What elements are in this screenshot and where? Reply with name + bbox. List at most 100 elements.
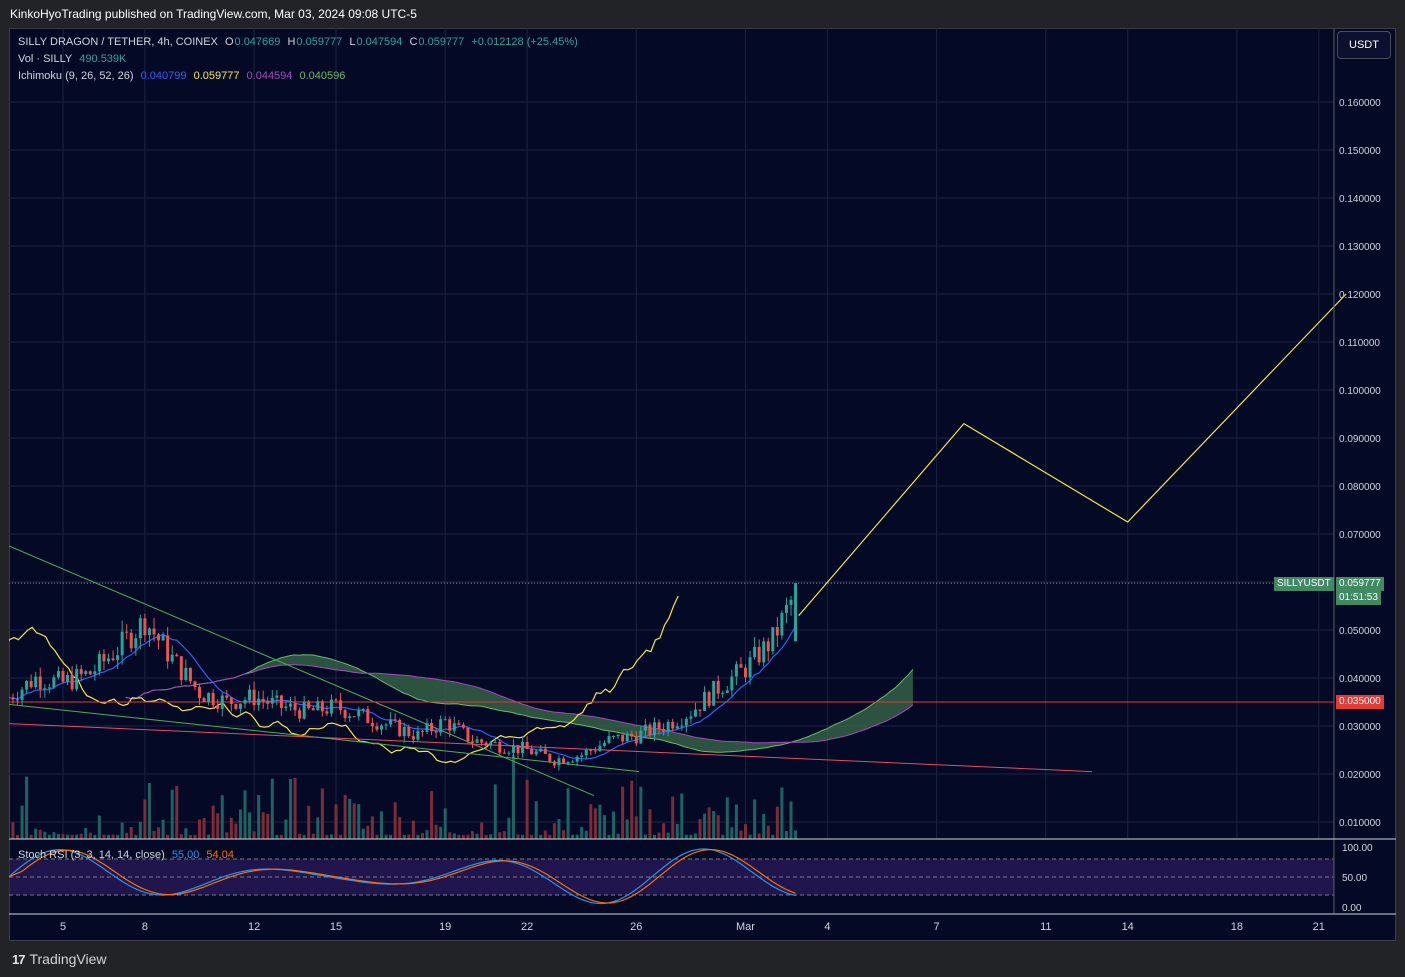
candle-body bbox=[138, 618, 142, 639]
candle-body bbox=[52, 677, 56, 688]
candle-body bbox=[252, 689, 256, 706]
volume-bar bbox=[439, 826, 443, 839]
volume-bar bbox=[393, 802, 397, 839]
volume-bar bbox=[430, 791, 434, 839]
volume-bar bbox=[38, 829, 42, 839]
stoch-k-value: 55.00 bbox=[171, 849, 200, 861]
candle-body bbox=[157, 634, 161, 641]
candle-body bbox=[530, 748, 534, 755]
candle-body bbox=[575, 756, 579, 762]
volume-bar bbox=[461, 834, 465, 839]
trend-line-red bbox=[9, 723, 1093, 773]
candle-body bbox=[721, 692, 725, 694]
candle-body bbox=[202, 698, 206, 702]
tradingview-logo[interactable]: 17 TradingView bbox=[12, 951, 107, 967]
candle-body bbox=[93, 671, 97, 675]
candle-body bbox=[402, 727, 406, 737]
volume-bar bbox=[352, 803, 356, 839]
candle-body bbox=[29, 680, 33, 688]
price-tick-label: 0.140000 bbox=[1339, 194, 1381, 205]
candle-body bbox=[693, 709, 697, 717]
price-tick-label: 0.040000 bbox=[1339, 674, 1381, 685]
ichimoku-lagging-value: 0.040596 bbox=[299, 70, 346, 82]
close-label: C bbox=[409, 36, 418, 48]
candle-body bbox=[439, 719, 443, 733]
candle-body bbox=[552, 761, 556, 766]
candle-body bbox=[166, 635, 170, 662]
price-tick-label: 0.130000 bbox=[1339, 242, 1381, 253]
time-tick-label: 14 bbox=[1122, 921, 1134, 933]
candle-body bbox=[370, 723, 374, 727]
candle-body bbox=[448, 719, 452, 731]
stoch-d-value: 54.04 bbox=[206, 849, 234, 861]
candle-body bbox=[229, 697, 233, 705]
volume-bar bbox=[34, 828, 38, 839]
volume-bar bbox=[502, 831, 506, 839]
candle-body bbox=[516, 745, 520, 754]
volume-bar bbox=[703, 813, 707, 839]
volume-bar bbox=[361, 828, 365, 839]
low-label: L bbox=[349, 36, 356, 48]
ichimoku-tenkan-value: 0.040799 bbox=[140, 70, 187, 82]
candle-body bbox=[352, 716, 356, 718]
volume-bar bbox=[448, 832, 452, 839]
volume-bar bbox=[120, 822, 124, 839]
volume-bar bbox=[298, 833, 302, 839]
open-label: O bbox=[224, 36, 234, 48]
candle-body bbox=[56, 671, 60, 678]
volume-bar bbox=[243, 790, 247, 839]
volume-bar bbox=[348, 798, 352, 839]
candle-body bbox=[70, 675, 74, 690]
price-tick-label: 0.160000 bbox=[1339, 98, 1381, 109]
candle-body bbox=[794, 583, 798, 642]
candle-body bbox=[107, 658, 110, 662]
time-tick-label: 22 bbox=[521, 921, 533, 933]
volume-bar bbox=[521, 834, 525, 839]
candle-body bbox=[175, 654, 179, 657]
candle-body bbox=[311, 708, 315, 711]
volume-bar bbox=[88, 832, 92, 839]
candle-body bbox=[170, 654, 174, 662]
volume-bar bbox=[766, 825, 770, 839]
candle-body bbox=[703, 692, 707, 711]
candle-body bbox=[143, 618, 147, 636]
volume-bar bbox=[689, 834, 693, 839]
time-tick-label: 21 bbox=[1313, 921, 1325, 933]
trend-lines bbox=[9, 545, 1334, 797]
candle-body bbox=[357, 710, 361, 717]
volume-bar bbox=[143, 799, 147, 839]
volume-bar bbox=[780, 787, 784, 839]
time-tick-label: 8 bbox=[142, 921, 148, 933]
volume-bar bbox=[398, 817, 402, 839]
volume-bar bbox=[589, 804, 593, 839]
volume-bar bbox=[716, 815, 720, 839]
volume-bar bbox=[248, 812, 252, 839]
volume-bar bbox=[543, 830, 547, 839]
volume-bar bbox=[25, 776, 29, 839]
volume-bar bbox=[198, 819, 201, 839]
volume-bar bbox=[420, 833, 424, 839]
candle-body bbox=[284, 706, 288, 708]
candle-body bbox=[461, 724, 465, 728]
ichimoku-kijun-value: 0.059777 bbox=[193, 70, 240, 82]
publisher-bar: KinkoHyoTrading published on TradingView… bbox=[0, 0, 1405, 28]
price-tick-label: 0.080000 bbox=[1339, 482, 1381, 493]
candle-body bbox=[207, 693, 211, 702]
candle-body bbox=[643, 724, 647, 731]
candle-body bbox=[680, 725, 684, 727]
volume-bar bbox=[343, 794, 347, 839]
candle-body bbox=[339, 700, 343, 711]
volume-bar bbox=[125, 832, 129, 839]
currency-button[interactable]: USDT bbox=[1337, 31, 1391, 59]
volume-bar bbox=[566, 788, 570, 839]
candle-body bbox=[11, 697, 15, 700]
volume-bar bbox=[211, 805, 215, 839]
candle-body bbox=[634, 736, 638, 744]
volume-bar bbox=[693, 833, 697, 839]
candle-body bbox=[125, 631, 129, 633]
price-chart[interactable]: 0.160000 0.150000 0.140000 0.130000 0.120000… bbox=[9, 28, 1396, 941]
volume-bar bbox=[107, 834, 110, 839]
volume-bar bbox=[329, 834, 333, 839]
low-value: 0.047594 bbox=[356, 36, 403, 48]
candle-body bbox=[216, 705, 220, 709]
